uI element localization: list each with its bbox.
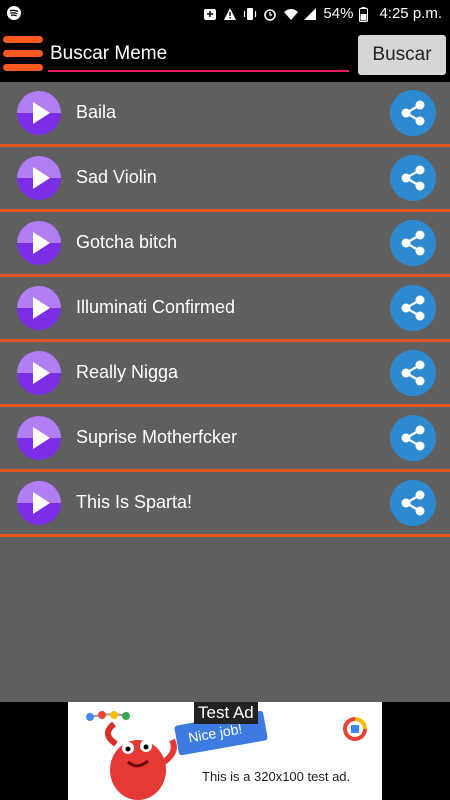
play-icon [33,232,50,254]
play-icon [33,102,50,124]
toolbar: Buscar [0,28,450,82]
share-icon [401,425,425,451]
play-button[interactable] [17,156,61,200]
play-button[interactable] [17,351,61,395]
share-button[interactable] [390,155,436,201]
meme-row[interactable]: Gotcha bitch [0,212,450,277]
meme-label[interactable]: Gotcha bitch [76,232,177,253]
meme-label[interactable]: Illuminati Confirmed [76,297,235,318]
play-button[interactable] [17,91,61,135]
meme-label[interactable]: Sad Violin [76,167,157,188]
play-icon [33,362,50,384]
hamburger-icon [3,36,43,43]
hamburger-icon-bar [3,64,43,71]
meme-label[interactable]: This Is Sparta! [76,492,192,513]
hamburger-icon-bar [3,50,43,57]
battery-icon [359,6,373,22]
warning-icon [223,7,237,21]
play-button[interactable] [17,416,61,460]
meme-row[interactable]: This Is Sparta! [0,472,450,537]
battery-percent: 54% [323,5,354,22]
play-icon [33,427,50,449]
status-time: 4:25 p.m. [379,5,442,22]
share-icon [401,165,425,191]
ad-chip-text: Nice job! [186,720,244,746]
share-button[interactable] [390,90,436,136]
meme-label[interactable]: Suprise Motherfcker [76,427,237,448]
spotify-icon [6,5,22,26]
status-bar: 54% 4:25 p.m. [0,0,450,28]
share-button[interactable] [390,285,436,331]
signal-icon [303,7,317,21]
meme-row[interactable]: Illuminati Confirmed [0,277,450,342]
share-button[interactable] [390,350,436,396]
sync-icon [203,7,217,21]
ad-logo-icon [343,717,367,741]
play-icon [33,492,50,514]
ad-mascot [86,711,177,800]
meme-row[interactable]: Suprise Motherfcker [0,407,450,472]
status-icons: 54% 4:25 p.m. [203,5,442,22]
meme-row[interactable]: Sad Violin [0,147,450,212]
wifi-icon [283,7,299,21]
share-button[interactable] [390,220,436,266]
play-button[interactable] [17,286,61,330]
share-icon [401,230,425,256]
vibrate-icon [243,7,257,21]
share-button[interactable] [390,480,436,526]
search-button[interactable]: Buscar [358,35,446,75]
share-icon [401,490,425,516]
hamburger-menu-button[interactable] [3,36,43,72]
meme-label[interactable]: Really Nigga [76,362,178,383]
play-icon [33,297,50,319]
share-icon [401,295,425,321]
meme-list: Baila Sad Violin Gotcha bitch Illuminati Co… [0,82,450,702]
play-button[interactable] [17,481,61,525]
play-icon [33,167,50,189]
meme-row[interactable]: Really Nigga [0,342,450,407]
ad-badge: Test Ad [194,702,258,724]
meme-label[interactable]: Baila [76,102,116,123]
ad-text: This is a 320x100 test ad. [202,769,351,784]
meme-row[interactable]: Baila [0,82,450,147]
alarm-icon [263,7,277,21]
share-icon [401,360,425,386]
share-icon [401,100,425,126]
play-button[interactable] [17,221,61,265]
share-button[interactable] [390,415,436,461]
search-input[interactable] [48,38,349,72]
